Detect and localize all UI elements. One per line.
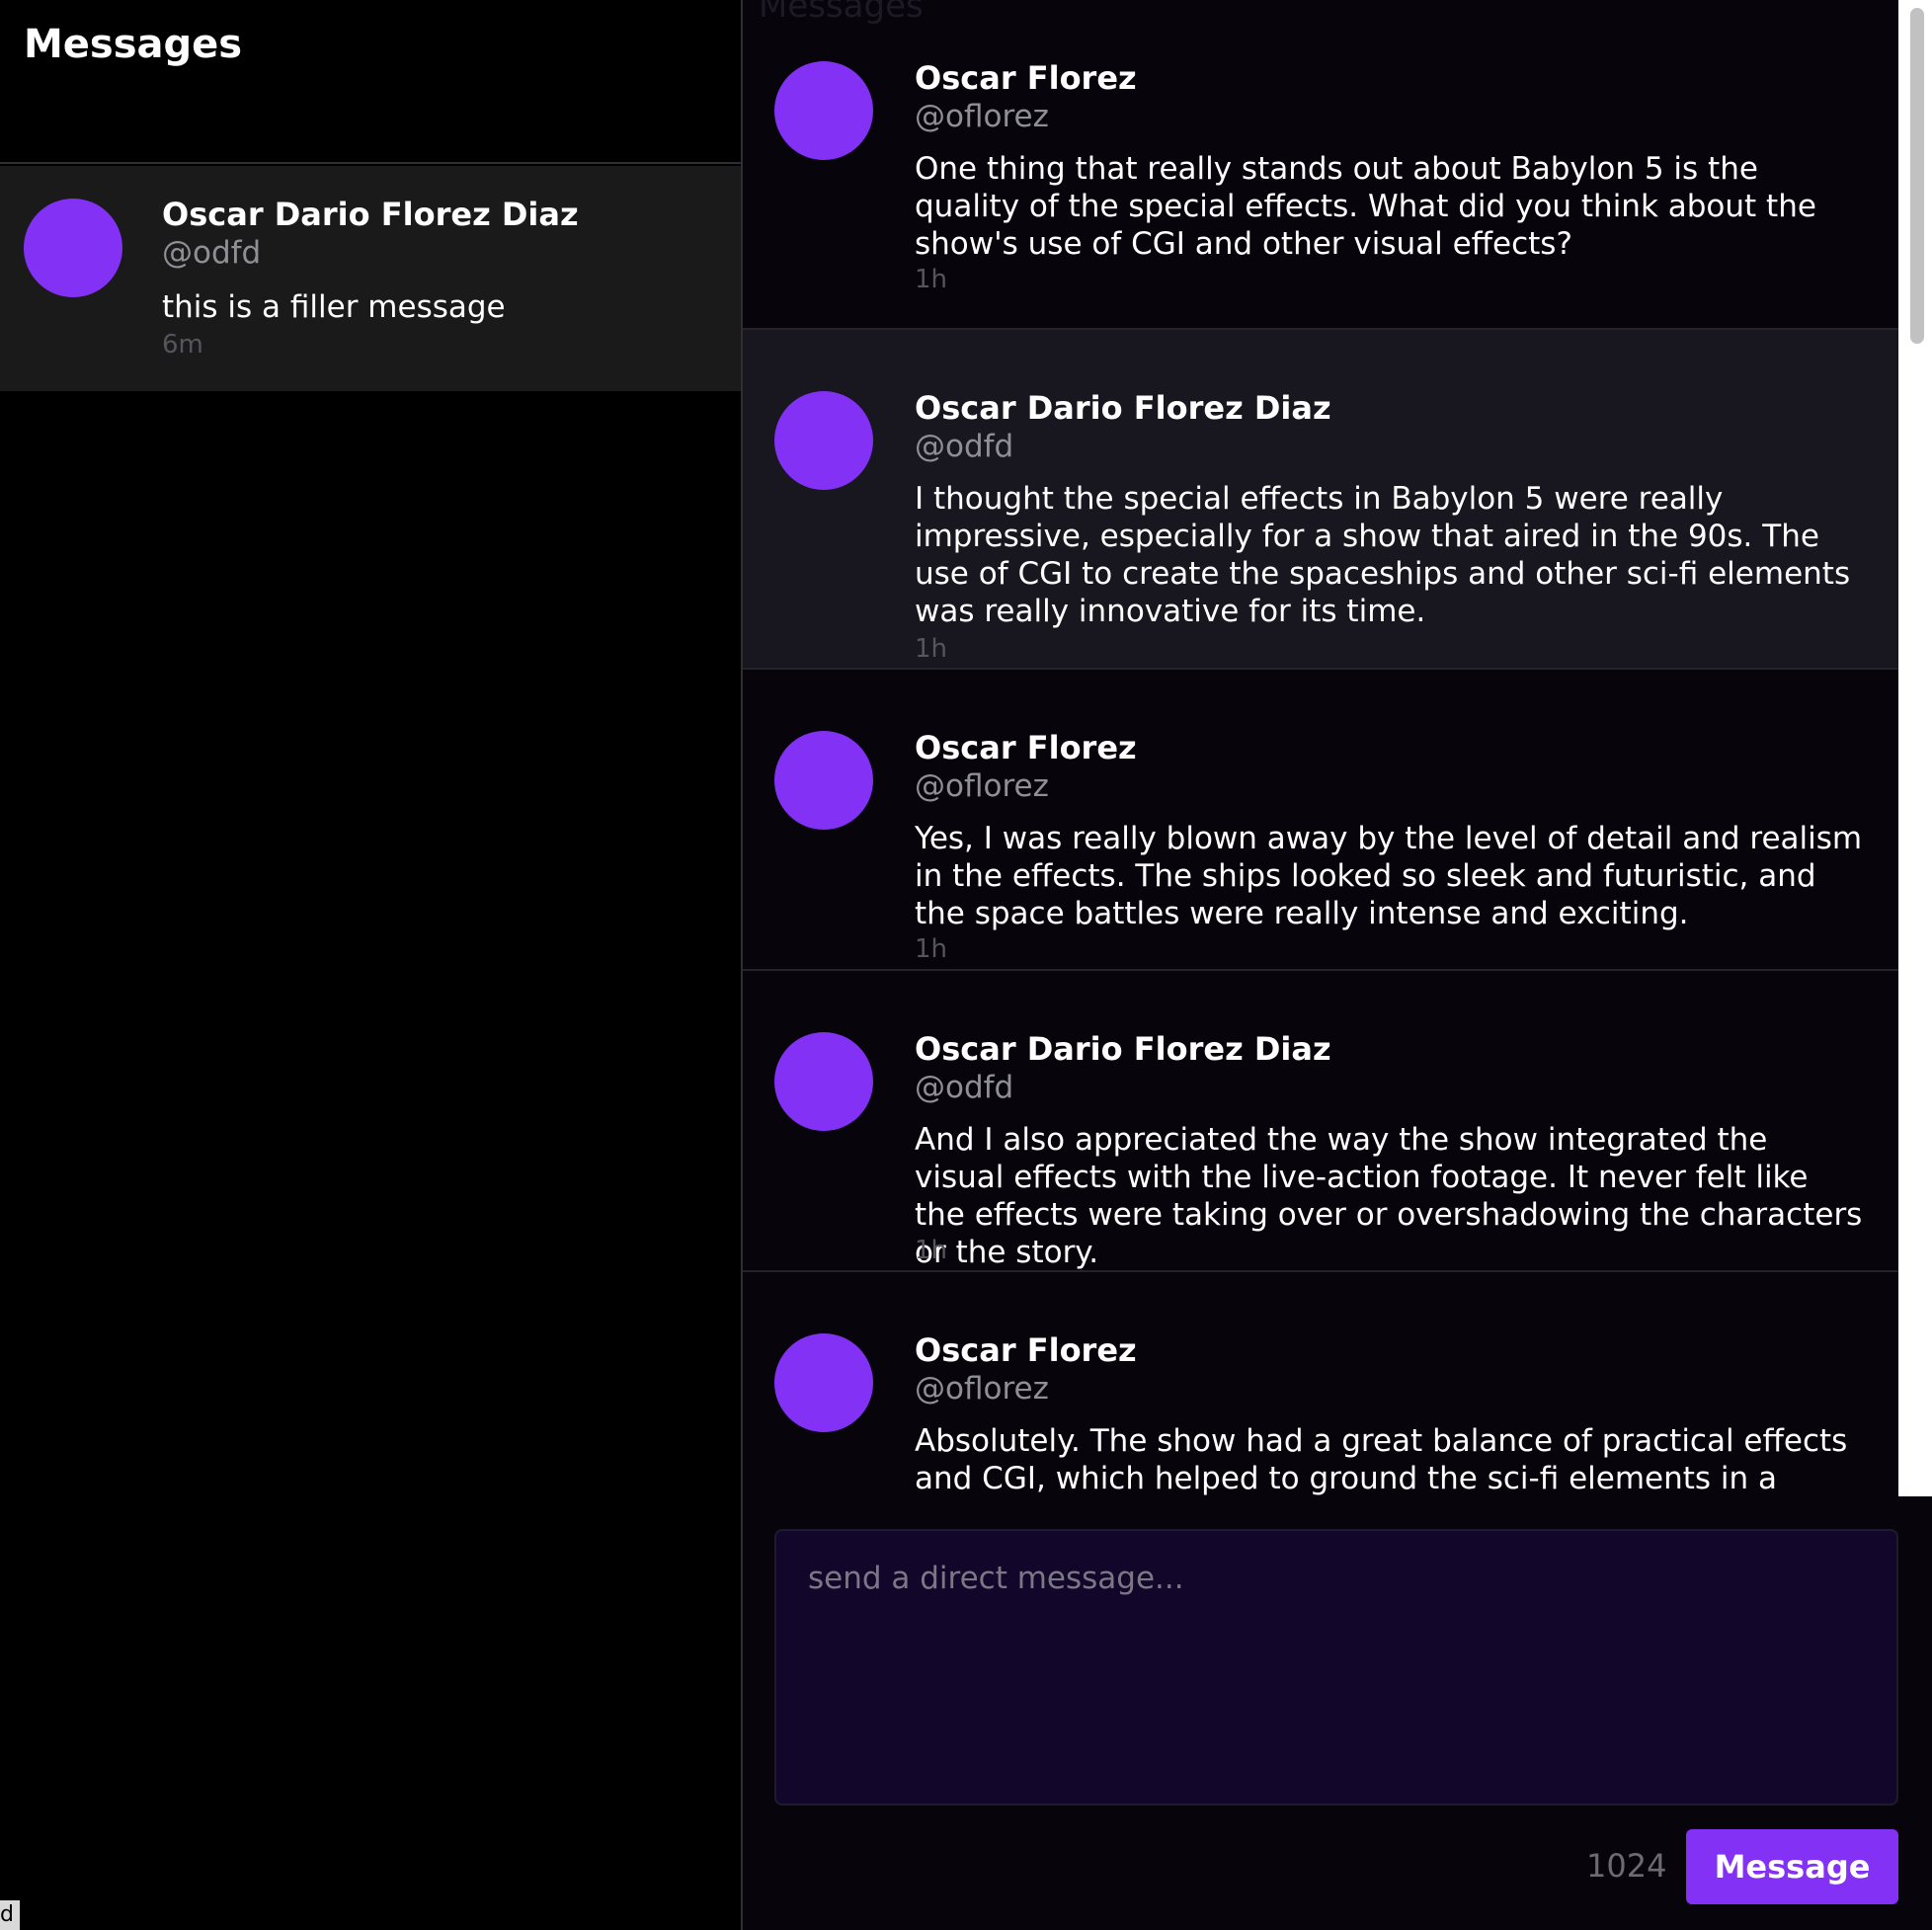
scrollbar-thumb[interactable] [1910, 8, 1924, 344]
avatar [774, 1032, 873, 1131]
conversation-handle: @odfd [162, 235, 262, 271]
message-time: 1h [915, 265, 948, 294]
message-text: Absolutely. The show had a great balance… [915, 1423, 1848, 1496]
message-thread[interactable]: Oscar Florez @oflorez One thing that rea… [743, 0, 1898, 1496]
sidebar-header: Messages [0, 0, 741, 164]
message-handle: @odfd [915, 429, 1014, 464]
page-title: Messages [24, 22, 243, 67]
message-text: I thought the special effects in Babylon… [915, 481, 1851, 629]
message-item: Oscar Florez @oflorez Absolutely. The sh… [743, 1272, 1898, 1496]
message-handle: @odfd [915, 1070, 1014, 1105]
message-author: Oscar Florez [915, 59, 1137, 97]
message-text: One thing that really stands out about B… [915, 151, 1816, 262]
message-text: And I also appreciated the way the show … [915, 1122, 1863, 1270]
send-message-button[interactable]: Message [1686, 1829, 1898, 1904]
message-author: Oscar Dario Florez Diaz [915, 1030, 1331, 1068]
avatar [774, 391, 873, 490]
corner-badge: d [0, 1900, 20, 1930]
message-time: 1h [915, 934, 948, 964]
message-item: Oscar Florez @oflorez One thing that rea… [743, 0, 1898, 330]
message-handle: @oflorez [915, 1371, 1049, 1407]
avatar [774, 1333, 873, 1432]
conversation-sidebar: Messages Oscar Dario Florez Diaz @odfd t… [0, 0, 741, 1930]
message-author: Oscar Florez [915, 729, 1137, 766]
conversation-item[interactable]: Oscar Dario Florez Diaz @odfd this is a … [0, 166, 741, 391]
conversation-preview: this is a filler message [162, 289, 506, 325]
message-item: Oscar Dario Florez Diaz @odfd I thought … [743, 330, 1898, 670]
avatar [774, 61, 873, 160]
message-item: Oscar Florez @oflorez Yes, I was really … [743, 670, 1898, 971]
direct-message-input[interactable] [774, 1529, 1898, 1806]
message-handle: @oflorez [915, 768, 1049, 804]
message-author: Oscar Dario Florez Diaz [915, 389, 1331, 427]
message-time: 1h [915, 1236, 948, 1265]
message-item: Oscar Dario Florez Diaz @odfd And I also… [743, 971, 1898, 1272]
message-time: 1h [915, 634, 948, 664]
avatar [24, 199, 122, 297]
message-thread-panel: Messages Oscar Florez @oflorez One thing… [741, 0, 1932, 1930]
message-text: Yes, I was really blown away by the leve… [915, 821, 1863, 931]
message-handle: @oflorez [915, 99, 1049, 134]
messages-app: Messages Oscar Dario Florez Diaz @odfd t… [0, 0, 1932, 1930]
conversation-time: 6m [162, 330, 203, 360]
avatar [774, 731, 873, 830]
character-count: 1024 [1586, 1847, 1667, 1885]
conversation-name: Oscar Dario Florez Diaz [162, 196, 579, 233]
message-author: Oscar Florez [915, 1331, 1137, 1369]
thread-scrollbar[interactable] [1898, 0, 1932, 1496]
